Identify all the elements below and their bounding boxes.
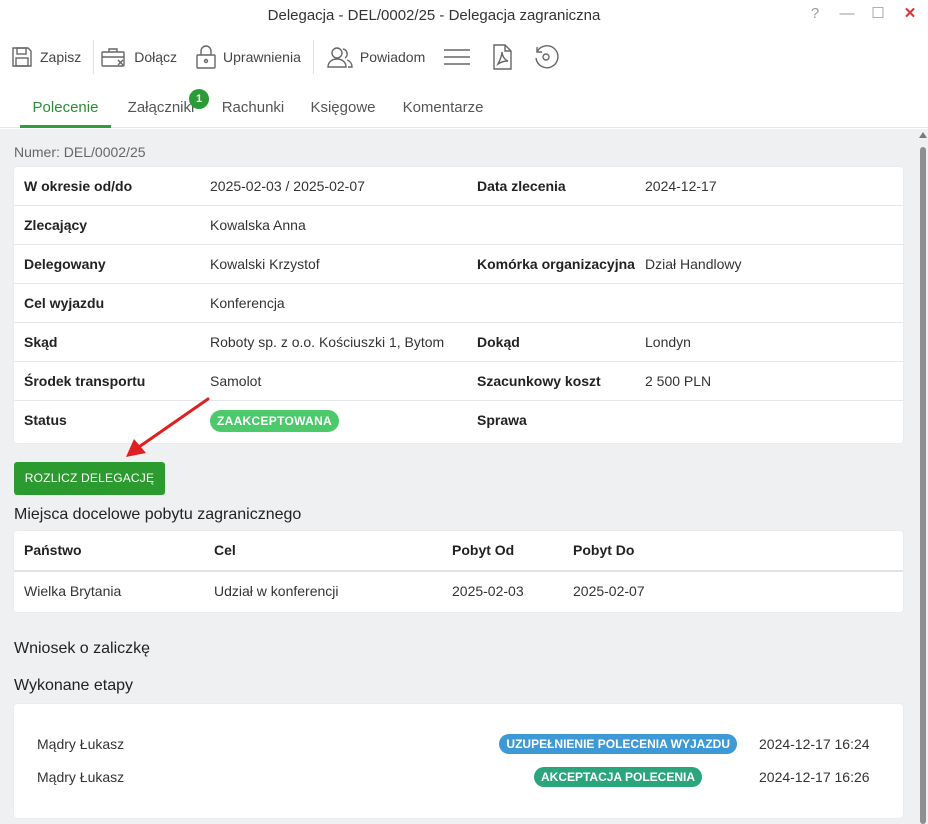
- minimize-icon[interactable]: —: [836, 4, 858, 24]
- stage-badge: AKCEPTACJA POLECENIA: [533, 767, 702, 787]
- advance-title: Wniosek o zaliczkę: [14, 640, 151, 657]
- menu-button[interactable]: [433, 37, 481, 77]
- save-label: Zapisz: [40, 49, 82, 65]
- delegate-label: Delegowany: [24, 256, 106, 272]
- users-icon: [327, 47, 353, 68]
- scroll-up-icon[interactable]: [919, 132, 927, 138]
- to-label: Dokąd: [477, 334, 520, 350]
- notify-label: Powiadom: [359, 49, 426, 65]
- main-content: Numer: DEL/0002/25 W okresie od/do 2025-…: [0, 129, 918, 824]
- stages-title: Wykonane etapy: [14, 677, 134, 694]
- table-row[interactable]: Wielka Brytania Udział w konferencji 202…: [14, 572, 903, 612]
- permissions-label: Uprawnienia: [223, 49, 301, 65]
- stage-row: Mądry Łukasz AKCEPTACJA POLECENIA 2024-1…: [14, 762, 903, 792]
- principal-value: Kowalska Anna: [210, 217, 306, 233]
- from-label: Skąd: [24, 334, 58, 350]
- hamburger-menu-icon: [444, 49, 471, 65]
- stay-to-cell: 2025-02-07: [573, 583, 645, 599]
- column-header: Państwo: [24, 542, 82, 558]
- details-row: Delegowany Kowalski Krzystof Komórka org…: [14, 245, 903, 284]
- period-value: 2025-02-03 / 2025-02-07: [210, 178, 365, 194]
- briefcase-attach-icon: [101, 48, 125, 67]
- details-row: Zlecający Kowalska Anna: [14, 206, 903, 245]
- floppy-disk-icon: [12, 47, 32, 67]
- destinations-table: Państwo Cel Pobyt Od Pobyt Do Wielka Bry…: [14, 531, 903, 612]
- destinations-title: Miejsca docelowe pobytu zagranicznego: [14, 506, 302, 523]
- case-label: Sprawa: [477, 412, 527, 428]
- stage-person: Mądry Łukasz: [37, 769, 125, 785]
- details-row: W okresie od/do 2025-02-03 / 2025-02-07 …: [14, 167, 903, 206]
- principal-label: Zlecający: [24, 217, 88, 233]
- to-value: Londyn: [645, 334, 691, 350]
- order-date-value: 2024-12-17: [645, 178, 717, 194]
- cost-value: 2 500 PLN: [645, 373, 712, 389]
- stage-row: Mądry Łukasz UZUPEŁNIENIE POLECENIA WYJA…: [14, 729, 903, 759]
- details-row: Skąd Roboty sp. z o.o. Kościuszki 1, Byt…: [14, 323, 903, 362]
- lock-icon: [196, 45, 216, 69]
- column-header: Pobyt Od: [452, 542, 515, 558]
- stage-badge: UZUPEŁNIENIE POLECENIA WYJAZDU: [499, 734, 737, 754]
- window-title: Delegacja - DEL/0002/25 - Delegacja zagr…: [267, 7, 601, 24]
- save-button[interactable]: Zapisz: [8, 37, 89, 77]
- purpose-value: Konferencja: [210, 295, 285, 311]
- vertical-scrollbar[interactable]: [918, 129, 928, 824]
- from-value: Roboty sp. z o.o. Kościuszki 1, Bytom: [210, 334, 445, 350]
- attach-button[interactable]: Dołącz: [98, 37, 185, 77]
- org-unit-label: Komórka organizacyjna: [477, 256, 635, 272]
- history-button[interactable]: [523, 37, 569, 77]
- purpose-cell: Udział w konferencji: [214, 583, 339, 599]
- delegation-number: Numer: DEL/0002/25: [14, 144, 146, 160]
- stage-datetime: 2024-12-17 16:24: [759, 736, 870, 752]
- tab-komentarze[interactable]: Komentarze: [396, 88, 490, 128]
- history-icon: [535, 45, 559, 69]
- tab-ksiegowe[interactable]: Księgowe: [303, 88, 383, 128]
- toolbar: Zapisz Dołącz Uprawnienia Powiadom: [0, 36, 928, 78]
- attachments-count-badge: 1: [189, 89, 209, 109]
- annotation-arrow-icon: [126, 397, 210, 457]
- column-header: Cel: [214, 542, 236, 558]
- status-label: Status: [24, 412, 67, 428]
- toolbar-divider: [312, 40, 314, 74]
- details-row: Cel wyjazdu Konferencja: [14, 284, 903, 323]
- pdf-button[interactable]: [481, 37, 523, 77]
- delegate-value: Kowalski Krzystof: [210, 256, 320, 272]
- pdf-file-icon: [493, 44, 512, 70]
- close-icon[interactable]: ✕: [899, 4, 921, 24]
- maximize-icon[interactable]: ☐: [867, 4, 889, 24]
- country-cell: Wielka Brytania: [24, 583, 122, 599]
- scrollbar-thumb[interactable]: [920, 147, 926, 824]
- attach-label: Dołącz: [134, 49, 178, 65]
- table-header: Państwo Cel Pobyt Od Pobyt Do: [14, 531, 903, 572]
- title-bar: Delegacja - DEL/0002/25 - Delegacja zagr…: [0, 0, 928, 32]
- permissions-button[interactable]: Uprawnienia: [185, 37, 309, 77]
- help-icon[interactable]: ?: [804, 4, 826, 24]
- toolbar-divider: [93, 40, 95, 74]
- stage-person: Mądry Łukasz: [37, 736, 125, 752]
- notify-button[interactable]: Powiadom: [318, 37, 433, 77]
- period-label: W okresie od/do: [24, 178, 133, 194]
- stay-from-cell: 2025-02-03: [452, 583, 524, 599]
- settle-delegation-button[interactable]: ROZLICZ DELEGACJĘ: [14, 462, 165, 495]
- cost-label: Szacunkowy koszt: [477, 373, 601, 389]
- stage-datetime: 2024-12-17 16:26: [759, 769, 870, 785]
- org-unit-value: Dział Handlowy: [645, 256, 742, 272]
- tab-polecenie[interactable]: Polecenie: [20, 88, 111, 128]
- tab-bar: Polecenie Załączniki Rachunki Księgowe K…: [0, 88, 928, 128]
- stages-card: Mądry Łukasz UZUPEŁNIENIE POLECENIA WYJA…: [14, 704, 903, 818]
- column-header: Pobyt Do: [573, 542, 635, 558]
- order-date-label: Data zlecenia: [477, 178, 566, 194]
- tab-rachunki[interactable]: Rachunki: [216, 88, 290, 128]
- purpose-label: Cel wyjazdu: [24, 295, 105, 311]
- status-badge: ZAAKCEPTOWANA: [210, 410, 340, 432]
